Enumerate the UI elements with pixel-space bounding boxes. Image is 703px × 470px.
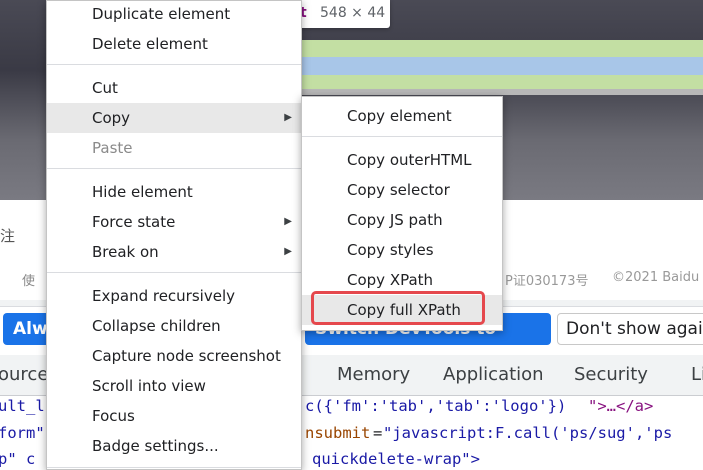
code-line-1-prefix: ult_l	[0, 397, 45, 415]
code-line-3-prefix: p" c	[0, 450, 36, 468]
menu-item-collapse-children[interactable]: Collapse children	[47, 311, 301, 341]
code-line-2-value: "javascript:F.call('ps/sug','ps	[383, 424, 673, 442]
menu-separator	[47, 272, 301, 273]
menu-item-break-on[interactable]: Break on ▶	[47, 237, 301, 267]
element-highlight-border	[300, 89, 703, 95]
code-line-2-prefix: form"	[0, 424, 45, 442]
menu-item-expand-recursively[interactable]: Expand recursively	[47, 281, 301, 311]
menu-separator	[47, 467, 301, 468]
tab-memory[interactable]: Memory	[337, 364, 410, 385]
dont-show-again-button[interactable]: Don't show agai	[557, 313, 703, 345]
menu-item-paste: Paste	[92, 139, 133, 157]
menu-item-force-state[interactable]: Force state ▶	[47, 207, 301, 237]
highlight-annotation-box	[311, 291, 485, 325]
tooltip-size: 548 × 44	[320, 5, 386, 21]
menu-item-delete-element[interactable]: Delete element	[47, 29, 301, 59]
menu-item-cut[interactable]: Cut	[47, 73, 301, 103]
submenu-item-copy-element[interactable]: Copy element	[302, 101, 502, 131]
element-highlight-margin-bottom	[300, 75, 703, 89]
submenu-item-copy-js-path[interactable]: Copy JS path	[302, 205, 502, 235]
submenu-arrow-icon: ▶	[284, 246, 292, 257]
menu-item-copy[interactable]: Copy ▶	[47, 103, 301, 133]
code-line-3-value: quickdelete-wrap">	[312, 450, 480, 468]
menu-item-scroll-into-view[interactable]: Scroll into view	[47, 371, 301, 401]
menu-separator	[302, 136, 502, 137]
tab-lighthouse[interactable]: Li	[691, 364, 703, 385]
menu-separator	[47, 168, 301, 169]
menu-item-badge-settings[interactable]: Badge settings...	[47, 431, 301, 461]
element-context-menu: Duplicate element Delete element Cut Cop…	[46, 0, 302, 470]
menu-item-hide-element[interactable]: Hide element	[47, 177, 301, 207]
footer-copyright: ©2021 Baidu	[612, 270, 700, 285]
page-footer-fragment: 使	[22, 274, 36, 289]
code-line-1-close: ">…</a>	[588, 397, 654, 415]
tab-security[interactable]: Security	[574, 364, 648, 385]
menu-item-duplicate-element[interactable]: Duplicate element	[47, 0, 301, 29]
element-highlight-content	[300, 57, 703, 75]
element-highlight-margin	[300, 40, 703, 57]
submenu-item-copy-styles[interactable]: Copy styles	[302, 235, 502, 265]
submenu-arrow-icon: ▶	[284, 216, 292, 227]
submenu-item-copy-selector[interactable]: Copy selector	[302, 175, 502, 205]
menu-separator	[47, 64, 301, 65]
footer-license: P证030173号	[505, 274, 589, 289]
submenu-item-copy-outerhtml[interactable]: Copy outerHTML	[302, 145, 502, 175]
menu-item-capture-node-screenshot[interactable]: Capture node screenshot	[47, 341, 301, 371]
code-line-2-attr: nsubmit	[305, 424, 371, 442]
tab-application[interactable]: Application	[443, 364, 544, 385]
page-fragment-text: 注	[0, 227, 16, 245]
submenu-arrow-icon: ▶	[284, 112, 292, 123]
menu-item-focus[interactable]: Focus	[47, 401, 301, 431]
code-line-1-call: c({'fm':'tab','tab':'logo'})	[305, 397, 567, 415]
